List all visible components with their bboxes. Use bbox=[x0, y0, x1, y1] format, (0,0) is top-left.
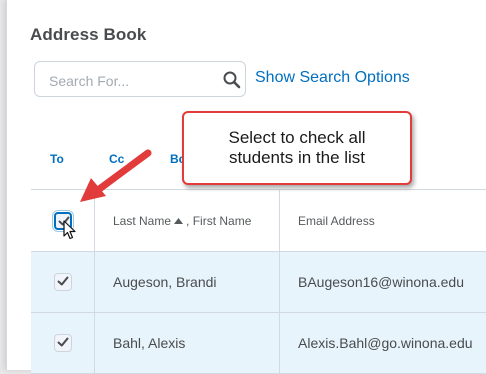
search-input[interactable] bbox=[47, 70, 211, 92]
contact-name: Augeson, Brandi bbox=[95, 252, 280, 312]
address-table: Last Name , First Name Email Address Aug… bbox=[31, 189, 486, 374]
contact-email: BAugeson16@winona.edu bbox=[298, 274, 465, 290]
checkmark-icon bbox=[57, 337, 68, 347]
row-checkbox[interactable] bbox=[53, 273, 72, 291]
row-check-cell bbox=[31, 313, 95, 373]
email-column-header: Email Address bbox=[298, 213, 375, 228]
table-row: Bahl, Alexis Alexis.Bahl@go.winona.edu bbox=[31, 313, 486, 374]
checkmark-icon bbox=[57, 276, 68, 286]
tab-to[interactable]: To bbox=[50, 152, 64, 166]
contact-name: Bahl, Alexis bbox=[95, 313, 280, 373]
dialog-title: Address Book bbox=[30, 25, 147, 44]
last-name-sort-link[interactable]: Last Name bbox=[113, 214, 171, 228]
callout-line-2: students in the list bbox=[228, 148, 366, 167]
name-separator: , bbox=[186, 213, 193, 228]
mouse-pointer-icon bbox=[63, 220, 76, 240]
contact-email: Alexis.Bahl@go.winona.edu bbox=[298, 335, 473, 351]
show-search-options-link[interactable]: Show Search Options bbox=[255, 69, 410, 87]
row-check-cell bbox=[31, 252, 95, 312]
annotation-arrow-icon bbox=[80, 149, 152, 202]
sort-ascending-icon bbox=[174, 217, 184, 224]
first-name-sort-link[interactable]: First Name bbox=[193, 214, 252, 228]
table-row: Augeson, Brandi BAugeson16@winona.edu bbox=[31, 252, 486, 313]
callout-line-1: Select to check all bbox=[228, 128, 366, 147]
instruction-callout: Select to check all students in the list bbox=[182, 111, 412, 185]
search-icon[interactable] bbox=[222, 70, 242, 90]
search-box[interactable] bbox=[34, 61, 246, 97]
row-checkbox[interactable] bbox=[53, 334, 72, 352]
